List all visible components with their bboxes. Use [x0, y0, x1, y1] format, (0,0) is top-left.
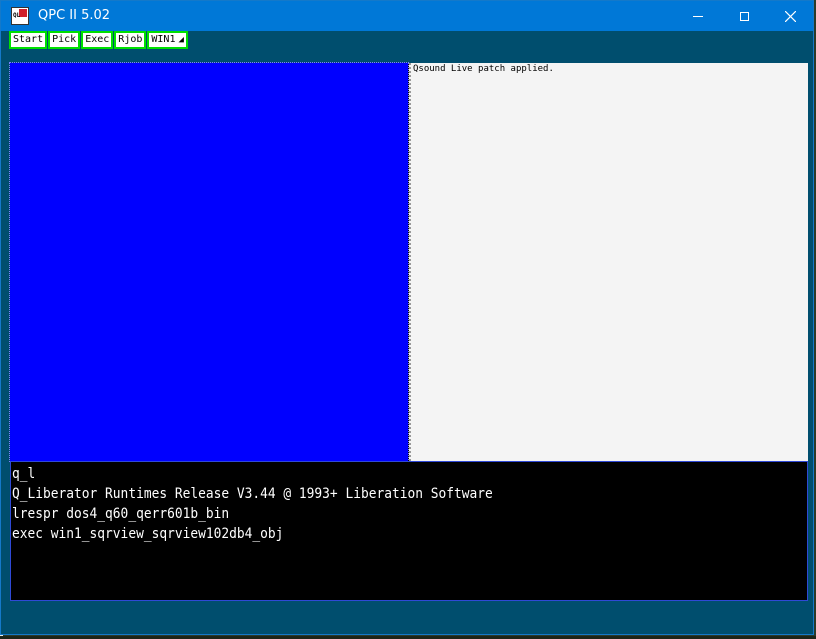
qpc-window: QL QPC II 5.02 Start Pick Exec Rjob WIN1… [0, 0, 814, 635]
pick-button-label: Pick [52, 34, 77, 45]
console-window[interactable]: q_l Q_Liberator Runtimes Release V3.44 @… [10, 461, 808, 601]
rjob-button[interactable]: Rjob [114, 31, 147, 49]
minimize-icon [693, 15, 703, 17]
console-line: q_l [12, 466, 36, 482]
message-text: Qsound Live patch applied. [413, 64, 554, 74]
app-icon-label: QL [13, 12, 21, 19]
maximize-button[interactable] [721, 1, 767, 31]
maximize-icon [739, 11, 749, 21]
window-title: QPC II 5.02 [38, 8, 111, 23]
message-window[interactable]: Qsound Live patch applied. [409, 63, 808, 461]
qpc-app-icon[interactable]: QL [11, 7, 29, 25]
win1-button-label: WIN1 [151, 34, 176, 45]
exec-button-label: Exec [85, 34, 110, 45]
close-button[interactable] [767, 1, 813, 31]
ql-screen[interactable]: Qsound Live patch applied. q_l Q_Liberat… [9, 62, 808, 601]
minimize-button[interactable] [675, 1, 721, 31]
console-line: lrespr dos4_q60_qerr601b_bin [12, 506, 230, 522]
exec-button[interactable]: Exec [81, 31, 114, 49]
close-icon [784, 10, 796, 22]
win1-button[interactable]: WIN1 ◢ [147, 31, 188, 49]
pick-button[interactable]: Pick [48, 31, 81, 49]
window-bottom-strip [1, 601, 813, 634]
console-line: Q_Liberator Runtimes Release V3.44 @ 199… [12, 486, 493, 502]
qpc-button-bar: Start Pick Exec Rjob WIN1 ◢ [9, 31, 188, 49]
start-button-label: Start [13, 34, 44, 45]
start-button[interactable]: Start [9, 31, 48, 49]
wedge-icon: ◢ [178, 35, 184, 45]
console-line: exec win1_sqrview_sqrview102db4_obj [12, 526, 284, 542]
title-bar[interactable]: QL QPC II 5.02 [1, 1, 813, 31]
blue-window[interactable] [9, 62, 409, 462]
rjob-button-label: Rjob [118, 34, 143, 45]
